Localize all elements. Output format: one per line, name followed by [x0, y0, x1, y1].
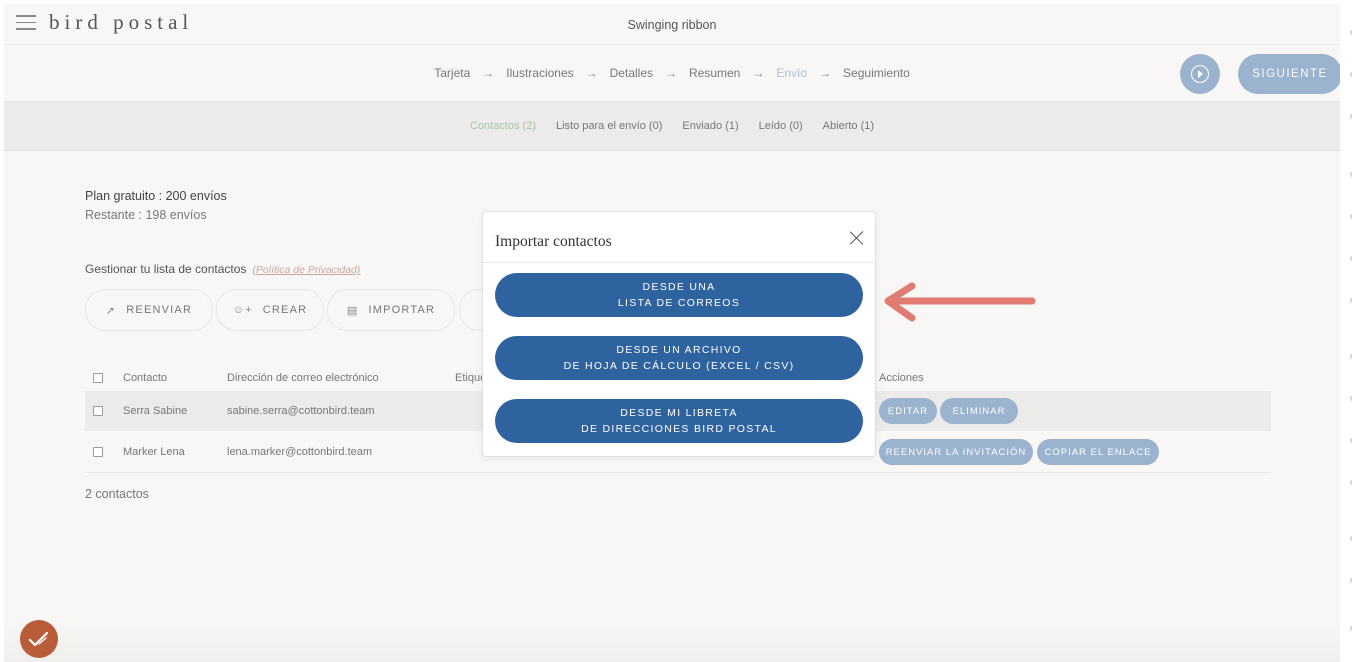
row-checkbox[interactable]: [93, 406, 103, 416]
row-email: lena.marker@cottonbird.team: [227, 446, 373, 458]
add-user-icon: ☺+: [232, 304, 253, 316]
step-seguimiento[interactable]: Seguimiento: [843, 66, 910, 80]
option-line-2: DE HOJA DE CÁLCULO (EXCEL / CSV): [563, 360, 795, 372]
step-arrow: →: [819, 66, 832, 80]
copy-link-button[interactable]: COPIAR EL ENLACE: [1037, 439, 1159, 465]
filter-ready[interactable]: Listo para el envío (0): [556, 120, 662, 132]
top-bar: bird postal Swinging ribbon: [4, 4, 1340, 45]
option-line-1: DESDE UNA: [642, 281, 716, 293]
select-all-checkbox[interactable]: [93, 373, 103, 383]
filter-sent[interactable]: Enviado (1): [682, 120, 738, 132]
step-resumen[interactable]: Resumen: [689, 66, 740, 80]
header-actions: Acciones: [879, 372, 924, 384]
play-icon: [1191, 65, 1209, 83]
help-badge-button[interactable]: [20, 620, 58, 658]
bottom-shade: [4, 622, 1340, 662]
edit-button[interactable]: EDITAR: [879, 398, 937, 424]
filters-bar: Contactos (2) Listo para el envío (0) Envi…: [4, 102, 1340, 151]
resend-button[interactable]: ➚ REENVIAR: [85, 289, 213, 331]
step-tarjeta[interactable]: Tarjeta: [434, 66, 470, 80]
header-email: Dirección de correo electrónico: [227, 372, 379, 384]
step-arrow: →: [482, 66, 495, 80]
contact-card-icon: ▤: [346, 304, 359, 317]
card-title: Swinging ribbon: [627, 18, 717, 32]
plan-title: Plan gratuito : 200 envíos: [85, 189, 227, 203]
modal-title: Importar contactos: [495, 233, 612, 250]
import-from-spreadsheet-button[interactable]: DESDE UN ARCHIVO DE HOJA DE CÁLCULO (EXC…: [495, 336, 863, 380]
create-label: CREAR: [262, 304, 308, 316]
step-breadcrumb: Tarjeta → Ilustraciones → Detalles → Resumen → E…: [4, 66, 1340, 80]
step-arrow: →: [752, 66, 765, 80]
filter-opened[interactable]: Abierto (1): [823, 120, 874, 132]
right-scroll-rail: [1340, 0, 1354, 662]
option-line-2: LISTA DE CORREOS: [617, 297, 741, 309]
modal-divider: [483, 262, 875, 263]
step-arrow: →: [585, 66, 598, 80]
header-contact: Contacto: [123, 372, 168, 384]
delete-button[interactable]: ELIMINAR: [940, 398, 1018, 424]
row-checkbox[interactable]: [93, 447, 103, 457]
filter-contacts[interactable]: Contactos (2): [470, 120, 536, 132]
row-email: sabine.serra@cottonbird.team: [227, 405, 375, 417]
app-page: bird postal Swinging ribbon Tarjeta → Ilus…: [4, 4, 1340, 662]
import-button[interactable]: ▤ IMPORTAR: [327, 289, 455, 331]
steps-bar: Tarjeta → Ilustraciones → Detalles → Resumen → E…: [4, 45, 1340, 102]
status-filters: Contactos (2) Listo para el envío (0) Envi…: [4, 120, 1340, 132]
step-detalles[interactable]: Detalles: [610, 66, 653, 80]
preview-play-button[interactable]: [1180, 54, 1220, 94]
option-line-2: DE DIRECCIONES BIRD POSTAL: [581, 423, 777, 435]
filter-read[interactable]: Leído (0): [759, 120, 803, 132]
create-button[interactable]: ☺+ CREAR: [216, 289, 324, 331]
import-from-email-list-button[interactable]: DESDE UNA LISTA DE CORREOS: [495, 273, 863, 317]
close-icon[interactable]: [849, 230, 865, 246]
row-contact-name: Marker Lena: [123, 446, 185, 458]
import-label: IMPORTAR: [368, 304, 436, 316]
resend-label: REENVIAR: [126, 304, 193, 316]
option-line-1: DESDE UN ARCHIVO: [616, 344, 742, 356]
send-icon: ➚: [105, 304, 117, 317]
import-from-address-book-button[interactable]: DESDE MI LIBRETA DE DIRECCIONES BIRD POS…: [495, 399, 863, 443]
resend-invitation-button[interactable]: REENVIAR LA INVITACIÓN: [879, 439, 1033, 465]
manage-contacts-label: Gestionar tu lista de contactos (Política…: [85, 262, 360, 276]
contacts-count: 2 contactos: [85, 487, 149, 501]
step-ilustraciones[interactable]: Ilustraciones: [506, 66, 573, 80]
checkmark-brush-icon: [28, 631, 49, 647]
next-button[interactable]: SIGUIENTE: [1238, 54, 1340, 94]
step-envio[interactable]: Envío: [776, 66, 807, 80]
row-contact-name: Serra Sabine: [123, 405, 188, 417]
manage-label-text: Gestionar tu lista de contactos: [85, 262, 247, 276]
import-contacts-modal: Importar contactos DESDE UNA LISTA DE CO…: [482, 211, 876, 457]
annotation-arrow-icon: [884, 282, 1036, 322]
privacy-policy-link[interactable]: (Política de Privacidad): [252, 264, 360, 276]
option-line-1: DESDE MI LIBRETA: [620, 407, 738, 419]
step-arrow: →: [665, 66, 677, 80]
plan-remaining: Restante : 198 envíos: [85, 208, 207, 222]
